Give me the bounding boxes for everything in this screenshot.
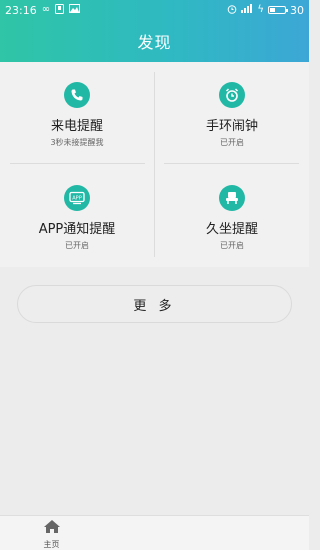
infinity-icon: ∞ (41, 4, 51, 15)
feature-name: APP通知提醒 (38, 222, 116, 237)
page-title: 发现 (137, 33, 172, 52)
app-header: 23:16 ∞ ϟ 30 发现 (0, 0, 309, 62)
alarm-clock-icon (219, 82, 245, 108)
tab-home[interactable]: 主页 (0, 516, 103, 550)
feature-status: 已开启 (220, 138, 244, 147)
seat-icon (219, 185, 245, 211)
bottom-tab-bar: 主页 (0, 515, 309, 550)
feature-status: 已开启 (65, 241, 89, 250)
signal-icon (241, 4, 253, 16)
feature-status: 已开启 (220, 241, 244, 250)
svg-text:APP: APP (72, 196, 81, 202)
phone-icon (64, 82, 90, 108)
charging-icon: ϟ (257, 4, 264, 15)
notification-icon (55, 3, 65, 17)
grid-divider-horizontal-left (10, 163, 145, 164)
more-button[interactable]: 更 多 (17, 285, 292, 323)
feature-name: 来电提醒 (50, 119, 103, 134)
feature-sedentary-reminder[interactable]: 久坐提醒 已开启 (155, 165, 309, 267)
feature-name: 手环闹钟 (205, 119, 258, 134)
feature-app-notification[interactable]: APP APP通知提醒 已开启 (0, 165, 154, 267)
home-icon (43, 519, 61, 538)
grid-divider-vertical (154, 72, 155, 257)
battery-level: 30 (290, 3, 304, 17)
app-notification-icon: APP (64, 185, 90, 211)
status-bar: 23:16 ∞ ϟ 30 (0, 0, 309, 20)
alarm-status-icon (227, 4, 237, 17)
feature-call-reminder[interactable]: 来电提醒 3秒未接提醒我 (0, 62, 154, 164)
feature-status: 3秒未接提醒我 (50, 138, 104, 147)
feature-name: 久坐提醒 (205, 222, 258, 237)
battery-icon (268, 6, 288, 14)
status-time: 23:16 (5, 3, 37, 17)
tab-home-label: 主页 (43, 540, 60, 549)
image-icon (69, 4, 81, 16)
feature-band-alarm[interactable]: 手环闹钟 已开启 (155, 62, 309, 164)
grid-divider-horizontal-right (164, 163, 299, 164)
feature-grid: 来电提醒 3秒未接提醒我 手环闹钟 已开启 APP APP通知提醒 已开启 久坐… (0, 62, 309, 267)
